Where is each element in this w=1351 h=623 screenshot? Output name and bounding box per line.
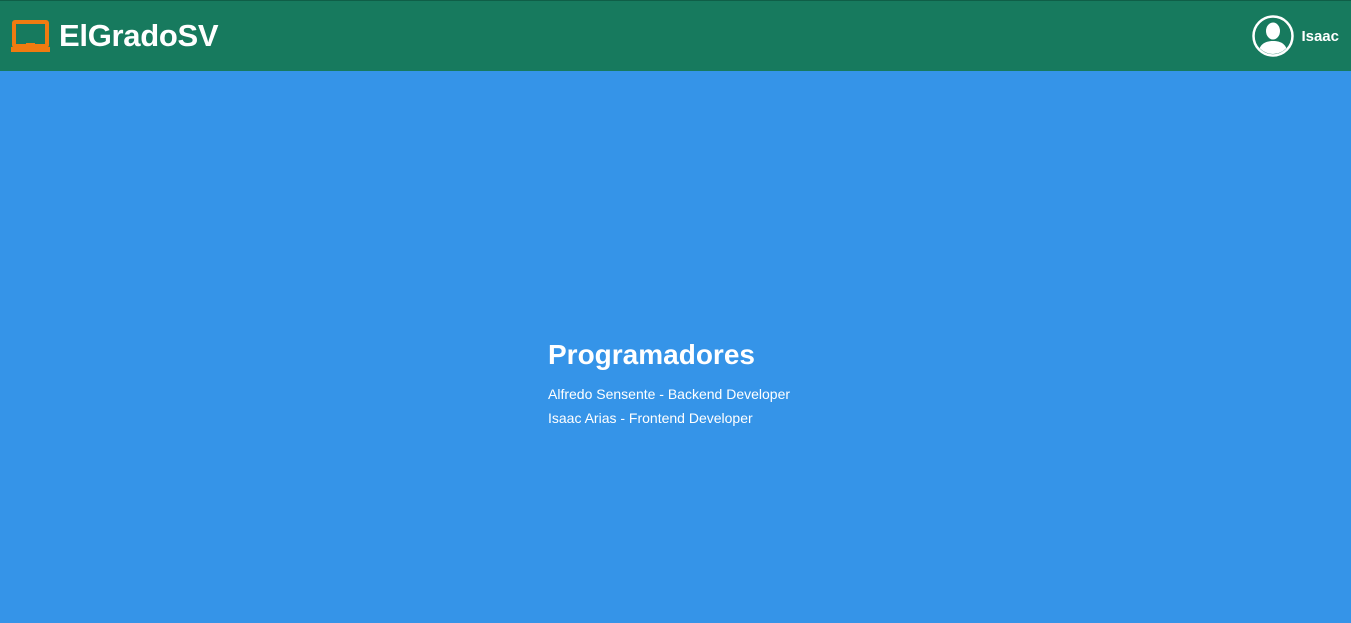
developer-item: Alfredo Sensente - Backend Developer bbox=[548, 386, 791, 402]
user-name[interactable]: Isaac bbox=[1301, 28, 1339, 45]
user-menu[interactable]: Isaac bbox=[1252, 15, 1339, 57]
brand-link[interactable]: ElGradoSV bbox=[11, 18, 219, 54]
brand-title: ElGradoSV bbox=[59, 18, 219, 53]
user-avatar-icon[interactable] bbox=[1252, 15, 1295, 57]
page-title: Programadores bbox=[548, 339, 755, 370]
top-navbar: ElGradoSV Isaac bbox=[0, 0, 1351, 71]
laptop-icon bbox=[11, 19, 50, 52]
programmers-section: Programadores Alfredo Sensente - Backend… bbox=[548, 336, 790, 430]
developer-item: Isaac Arias - Frontend Developer bbox=[548, 410, 753, 426]
